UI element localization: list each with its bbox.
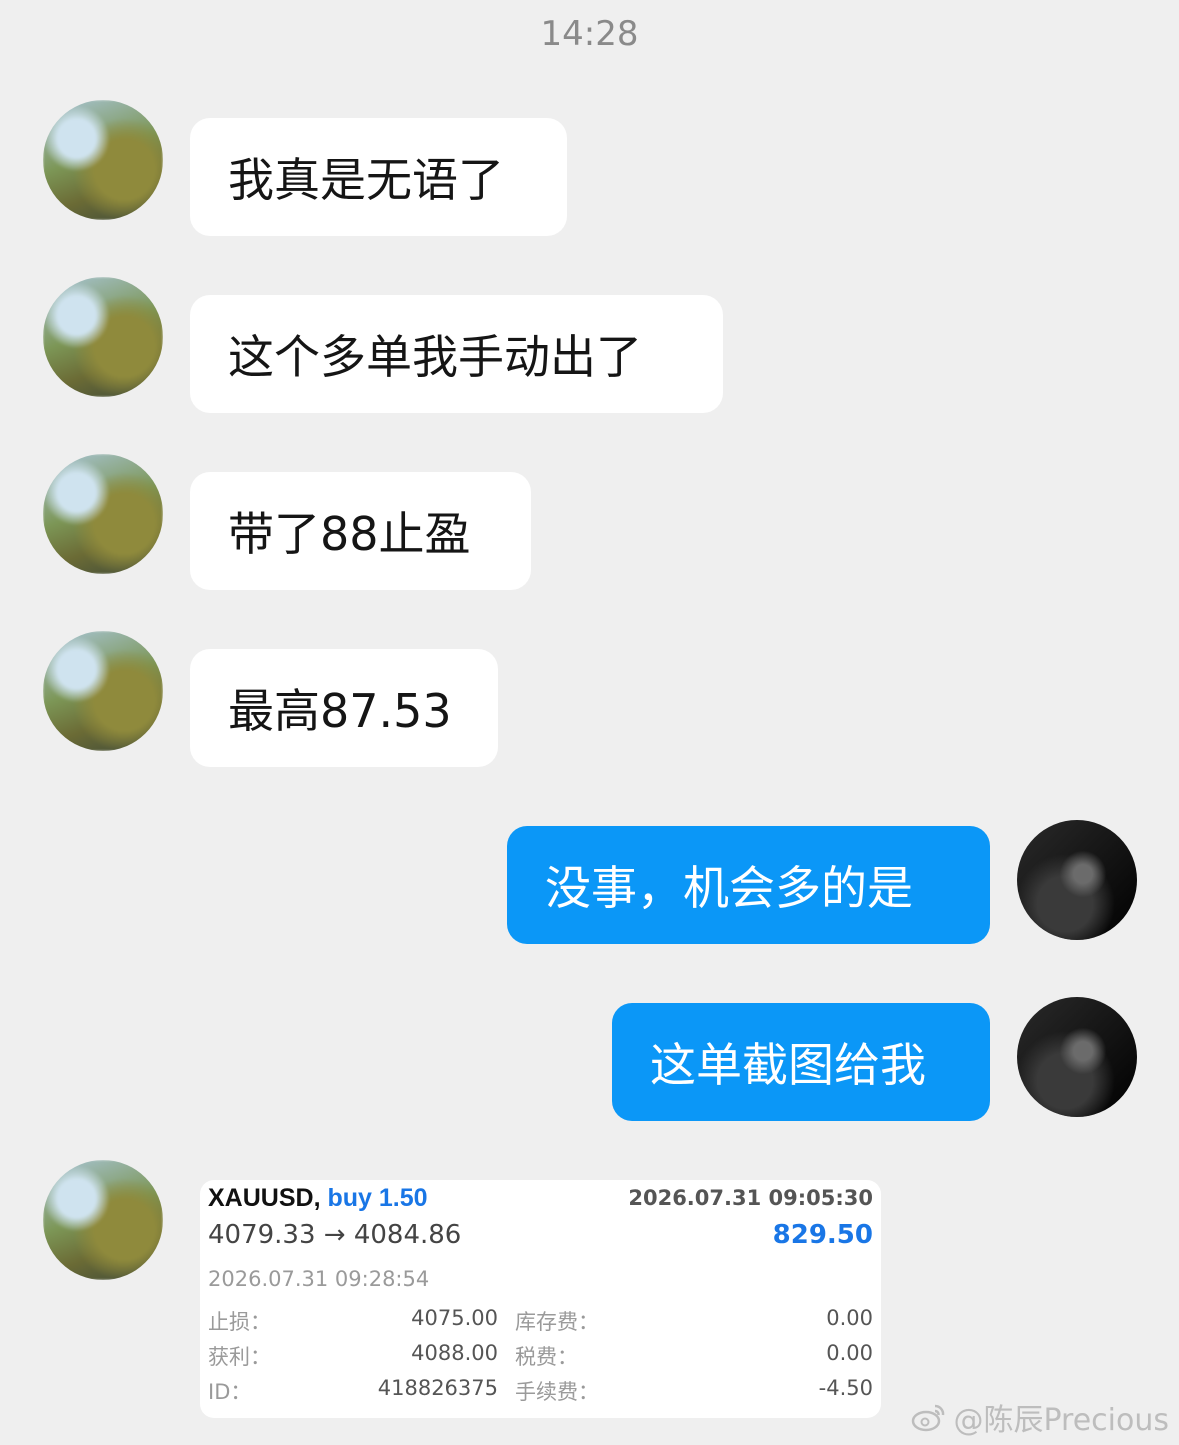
trade-screenshot-card[interactable]: XAUUSD, buy 1.50 2026.07.31 09:05:30 407…: [200, 1180, 881, 1418]
message-bubble-incoming[interactable]: 我真是无语了: [190, 118, 567, 236]
contact-avatar[interactable]: [43, 454, 163, 574]
commission-label: 手续费：: [515, 1380, 599, 1404]
message-text: 带了88止盈: [228, 507, 471, 561]
watermark-text: @陈辰Precious: [953, 1403, 1169, 1438]
my-avatar[interactable]: [1017, 820, 1137, 940]
status-time: 14:28: [540, 14, 639, 54]
stop-loss-label: 止损：: [208, 1310, 271, 1334]
message-text: 我真是无语了: [228, 153, 504, 207]
trade-prices: 4079.33 → 4084.86: [208, 1220, 462, 1250]
take-profit-label: 获利：: [208, 1345, 271, 1369]
take-profit-value: 4088.00: [411, 1341, 498, 1365]
avatar-image: [43, 1160, 163, 1280]
watermark: @陈辰Precious: [911, 1395, 1169, 1439]
trade-symbol-line: XAUUSD, buy 1.50: [208, 1184, 428, 1213]
message-bubble-incoming[interactable]: 带了88止盈: [190, 472, 531, 590]
trade-side: buy 1.50: [327, 1184, 428, 1212]
contact-avatar[interactable]: [43, 1160, 163, 1280]
message-bubble-incoming[interactable]: 最高87.53: [190, 649, 498, 767]
my-avatar[interactable]: [1017, 997, 1137, 1117]
trade-profit: 829.50: [772, 1220, 873, 1250]
trade-open-datetime: 2026.07.31 09:05:30: [628, 1186, 873, 1210]
message-text: 这单截图给我: [650, 1038, 926, 1092]
contact-avatar[interactable]: [43, 100, 163, 220]
id-value: 418826375: [377, 1376, 498, 1400]
avatar-image: [43, 454, 163, 574]
commission-value: -4.50: [818, 1376, 873, 1400]
message-bubble-outgoing[interactable]: 没事，机会多的是: [507, 826, 990, 944]
contact-avatar[interactable]: [43, 631, 163, 751]
message-text: 没事，机会多的是: [545, 861, 913, 915]
id-label: ID：: [208, 1380, 252, 1404]
swap-label: 库存费：: [515, 1310, 599, 1334]
swap-value: 0.00: [826, 1306, 873, 1330]
tax-label: 税费：: [515, 1345, 578, 1369]
message-text: 最高87.53: [228, 684, 452, 738]
tax-value: 0.00: [826, 1341, 873, 1365]
avatar-image: [1017, 820, 1137, 940]
trade-close-datetime: 2026.07.31 09:28:54: [208, 1267, 430, 1291]
stop-loss-value: 4075.00: [411, 1306, 498, 1330]
weibo-icon: [912, 1404, 945, 1432]
contact-avatar[interactable]: [43, 277, 163, 397]
avatar-image: [1017, 997, 1137, 1117]
message-bubble-outgoing[interactable]: 这单截图给我: [612, 1003, 990, 1121]
trade-symbol: XAUUSD,: [208, 1184, 321, 1212]
message-bubble-incoming[interactable]: 这个多单我手动出了: [190, 295, 723, 413]
message-text: 这个多单我手动出了: [228, 330, 642, 384]
avatar-image: [43, 277, 163, 397]
avatar-image: [43, 100, 163, 220]
avatar-image: [43, 631, 163, 751]
